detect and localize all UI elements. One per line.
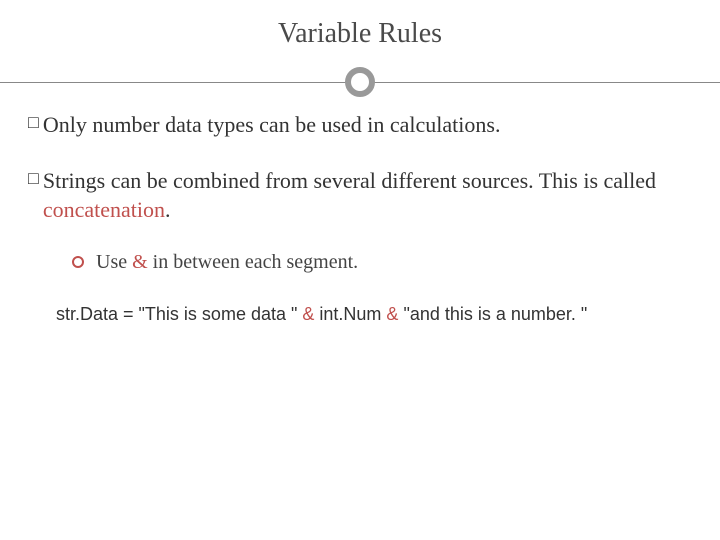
code-part: "and this is a number. " <box>398 304 587 324</box>
bullet-text: Only number data types can be used in ca… <box>43 110 692 140</box>
text-prefix: Use <box>96 251 132 273</box>
divider-circle-icon <box>345 67 375 97</box>
bullet-text: Strings can be combined from several dif… <box>43 166 692 225</box>
code-part: int.Num <box>314 304 386 324</box>
code-example: str.Data = "This is some data " & int.Nu… <box>56 304 692 325</box>
text-prefix: Strings can be combined from several dif… <box>43 168 656 193</box>
square-bullet-icon: □ <box>28 166 39 190</box>
text-suffix: . <box>165 197 171 222</box>
bullet-item: □ Only number data types can be used in … <box>28 110 692 140</box>
text-suffix: in between each segment. <box>148 251 358 273</box>
code-ampersand: & <box>386 304 398 324</box>
divider <box>0 62 720 102</box>
slide: Variable Rules □ Only number data types … <box>0 0 720 540</box>
bullet-item: □ Strings can be combined from several d… <box>28 166 692 225</box>
sub-bullet-item: Use & in between each segment. <box>72 251 692 274</box>
highlight-text: & <box>132 251 148 273</box>
content-area: □ Only number data types can be used in … <box>0 110 720 325</box>
code-ampersand: & <box>302 304 314 324</box>
code-part: str.Data = "This is some data " <box>56 304 302 324</box>
sub-bullet-text: Use & in between each segment. <box>96 251 358 274</box>
square-bullet-icon: □ <box>28 110 39 134</box>
circle-bullet-icon <box>72 256 84 268</box>
slide-title: Variable Rules <box>0 0 720 62</box>
highlight-text: concatenation <box>43 197 165 222</box>
